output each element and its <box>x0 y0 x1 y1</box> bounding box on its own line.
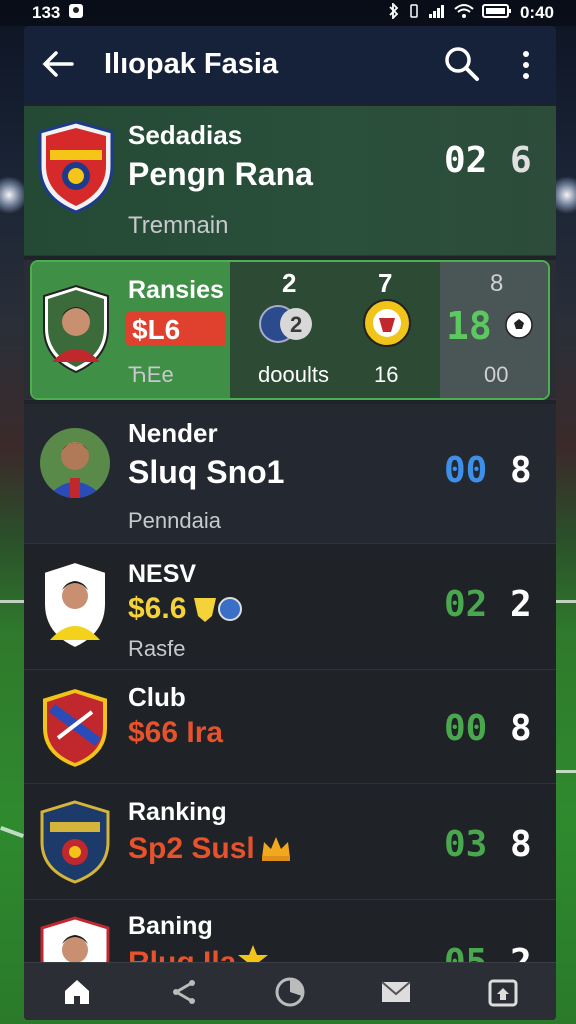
share-icon[interactable] <box>156 967 212 1017</box>
row-title: Ransies <box>128 276 224 304</box>
row-price: $66 Ira <box>128 716 224 749</box>
wallet-icon[interactable] <box>475 967 531 1017</box>
soccer-ball-icon <box>504 310 534 345</box>
club-crest-icon <box>40 800 110 889</box>
row-title: Ranking <box>128 798 227 826</box>
list-item[interactable]: NESV $6.6 Rasfe 02 2 <box>24 546 556 670</box>
row-caption: ЋЕе <box>128 362 174 387</box>
list-item[interactable]: Nender Sluq Sno1 Penndaia 00 8 <box>24 404 556 544</box>
wifi-icon <box>454 3 474 24</box>
score-primary: 03 <box>444 824 488 865</box>
player-avatar <box>42 284 110 379</box>
crown-icon <box>260 834 292 867</box>
page-title: Ilıopak Fasia <box>104 48 279 80</box>
more-vert-icon[interactable] <box>516 48 536 82</box>
team-crest-icon <box>362 298 412 353</box>
svg-text:2: 2 <box>290 312 302 337</box>
list-item[interactable]: Sedadias Pengn Rana Tremnain 02 6 <box>24 106 556 256</box>
app-screen: Ilıopak Fasia Sedadias Pengn Rana Tremna… <box>24 26 556 1020</box>
score-secondary: 8 <box>510 450 532 491</box>
bluetooth-icon <box>388 1 400 24</box>
status-bar: 133 0:40 <box>0 0 576 26</box>
row-title: NESV <box>128 560 197 588</box>
player-segment: Ransies $L6 ЋЕе <box>32 262 230 398</box>
pitch-line <box>0 826 24 838</box>
row-title: Sedadias <box>128 120 243 150</box>
row-subtitle: Sluq Sno1 <box>128 454 285 490</box>
search-icon[interactable] <box>442 44 482 84</box>
row-title: Club <box>128 682 186 712</box>
score-primary: 00 <box>444 450 488 491</box>
row-title: Nender <box>128 418 218 448</box>
row-caption: Rasfe <box>128 636 186 661</box>
bottom-nav <box>24 962 556 1020</box>
list-item[interactable]: Ranking Sp2 Susl 03 8 <box>24 788 556 900</box>
score-primary: 00 <box>444 708 488 749</box>
pitch-line <box>556 600 576 603</box>
club-crest-icon <box>38 120 114 219</box>
mail-icon[interactable] <box>368 967 424 1017</box>
score-segment: 8 18 00 <box>440 262 548 398</box>
list-item[interactable]: Club $66 Ira 00 8 <box>24 672 556 784</box>
price-badge: $L6 <box>126 312 226 346</box>
row-title: Baning <box>128 912 213 940</box>
highlight-card: Ransies $L6 ЋЕе 2 7 2 dooults 16 8 18 00 <box>30 260 550 400</box>
row-price: $6.6 <box>128 592 187 625</box>
status-time: 133 <box>32 3 61 22</box>
pitch-line <box>0 600 24 603</box>
match-value: 16 <box>374 362 399 387</box>
stadium-light <box>0 175 24 215</box>
score-primary: 02 <box>444 584 488 625</box>
pitch-line <box>556 770 576 773</box>
row-caption: Penndaia <box>128 508 221 533</box>
match-segment: 2 7 2 dooults 16 <box>230 262 440 398</box>
score-top: 8 <box>490 270 504 297</box>
team-logo-icon: 2 <box>258 302 316 351</box>
score-primary: 02 <box>444 140 488 181</box>
back-arrow-icon[interactable] <box>40 46 76 88</box>
battery-icon <box>481 3 512 24</box>
shield-badge-icon <box>192 594 244 629</box>
row-caption: Tremnain <box>128 212 229 239</box>
row-price: Sp2 Susl <box>128 832 255 865</box>
app-bar: Ilıopak Fasia <box>24 26 556 104</box>
player-avatar <box>42 560 108 655</box>
row-subtitle: Pengn Rana <box>128 156 313 192</box>
score-secondary: 8 <box>510 708 532 749</box>
stats-icon[interactable] <box>262 967 318 1017</box>
player-avatar <box>40 428 110 498</box>
match-stat-top-a: 2 <box>282 268 297 298</box>
score-bottom: 00 <box>484 362 509 387</box>
list-item-highlighted[interactable]: Ransies $L6 ЋЕе 2 7 2 dooults 16 8 18 00 <box>24 260 556 400</box>
home-icon[interactable] <box>49 967 105 1017</box>
match-stat-top-b: 7 <box>378 268 393 298</box>
vibrate-icon <box>408 3 420 24</box>
match-label: dooults <box>258 362 329 387</box>
status-clock: 0:40 <box>519 3 554 22</box>
score-primary: 18 <box>446 304 492 348</box>
score-secondary: 2 <box>510 584 532 625</box>
signal-icon <box>428 3 446 24</box>
score-secondary: 8 <box>510 824 532 865</box>
notification-icon <box>68 3 84 23</box>
club-crest-icon <box>40 686 110 775</box>
score-secondary: 6 <box>510 140 532 181</box>
